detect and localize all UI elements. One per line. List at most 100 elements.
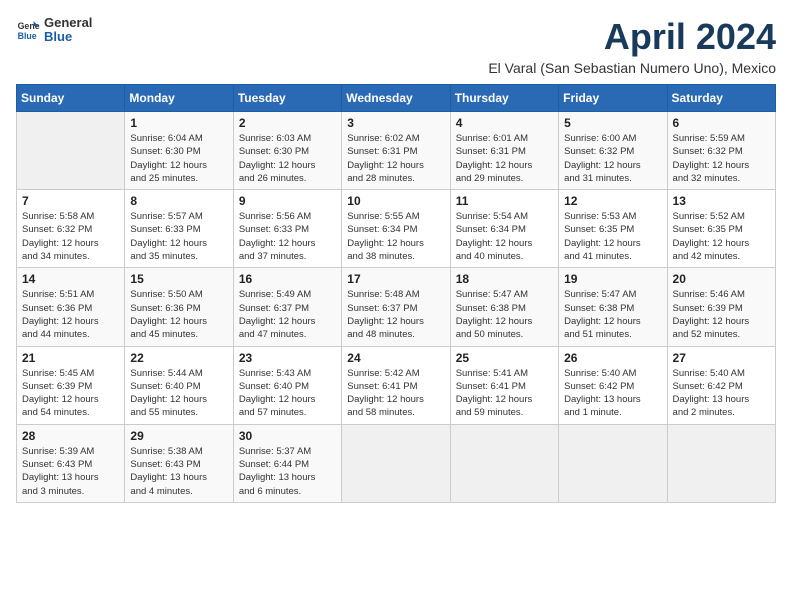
calendar-cell: 15 Sunrise: 5:50 AM Sunset: 6:36 PM Dayli… — [125, 268, 233, 346]
cell-info: Sunrise: 5:54 AM Sunset: 6:34 PM Dayligh… — [456, 210, 553, 263]
cell-info: Sunrise: 6:00 AM Sunset: 6:32 PM Dayligh… — [564, 132, 661, 185]
calendar-cell: 2Sunrise: 6:03 AM Sunset: 6:30 PM Daylig… — [233, 112, 341, 190]
cell-info: Sunrise: 5:44 AM Sunset: 6:40 PM Dayligh… — [130, 367, 227, 420]
calendar-cell: 24 Sunrise: 5:42 AM Sunset: 6:41 PM Dayli… — [342, 346, 450, 424]
calendar-cell — [667, 424, 775, 502]
calendar-cell: 3Sunrise: 6:02 AM Sunset: 6:31 PM Daylig… — [342, 112, 450, 190]
calendar-table: SundayMondayTuesdayWednesdayThursdayFrid… — [16, 84, 776, 503]
calendar-body: 1Sunrise: 6:04 AM Sunset: 6:30 PM Daylig… — [17, 112, 776, 503]
calendar-header: SundayMondayTuesdayWednesdayThursdayFrid… — [17, 85, 776, 112]
week-row-1: 1Sunrise: 6:04 AM Sunset: 6:30 PM Daylig… — [17, 112, 776, 190]
cell-info: Sunrise: 5:39 AM Sunset: 6:43 PM Dayligh… — [22, 445, 119, 498]
calendar-cell: 29Sunrise: 5:38 AM Sunset: 6:43 PM Dayli… — [125, 424, 233, 502]
calendar-cell: 5 Sunrise: 6:00 AM Sunset: 6:32 PM Daylig… — [559, 112, 667, 190]
calendar-cell: 8Sunrise: 5:57 AM Sunset: 6:33 PM Daylig… — [125, 190, 233, 268]
day-number: 7 — [22, 194, 119, 208]
calendar-cell: 11 Sunrise: 5:54 AM Sunset: 6:34 PM Dayli… — [450, 190, 558, 268]
day-number: 11 — [456, 194, 553, 208]
calendar-cell: 19Sunrise: 5:47 AM Sunset: 6:38 PM Dayli… — [559, 268, 667, 346]
calendar-cell: 26 Sunrise: 5:40 AM Sunset: 6:42 PM Dayli… — [559, 346, 667, 424]
day-number: 9 — [239, 194, 336, 208]
cell-info: Sunrise: 5:56 AM Sunset: 6:33 PM Dayligh… — [239, 210, 336, 263]
calendar-cell: 20 Sunrise: 5:46 AM Sunset: 6:39 PM Dayli… — [667, 268, 775, 346]
header-day-thursday: Thursday — [450, 85, 558, 112]
calendar-cell: 18 Sunrise: 5:47 AM Sunset: 6:38 PM Dayli… — [450, 268, 558, 346]
day-number: 13 — [673, 194, 770, 208]
svg-text:General: General — [18, 21, 40, 31]
header: General Blue General Blue April 2024 El … — [16, 16, 776, 76]
header-day-wednesday: Wednesday — [342, 85, 450, 112]
day-number: 21 — [22, 351, 119, 365]
day-number: 26 — [564, 351, 661, 365]
week-row-2: 7 Sunrise: 5:58 AM Sunset: 6:32 PM Daylig… — [17, 190, 776, 268]
day-number: 30 — [239, 429, 336, 443]
header-day-friday: Friday — [559, 85, 667, 112]
day-number: 5 — [564, 116, 661, 130]
day-number: 15 — [130, 272, 227, 286]
logo-icon: General Blue — [16, 18, 40, 42]
calendar-cell: 22 Sunrise: 5:44 AM Sunset: 6:40 PM Dayli… — [125, 346, 233, 424]
calendar-cell: 7 Sunrise: 5:58 AM Sunset: 6:32 PM Daylig… — [17, 190, 125, 268]
location-title: El Varal (San Sebastian Numero Uno), Mex… — [488, 60, 776, 76]
cell-info: Sunrise: 5:46 AM Sunset: 6:39 PM Dayligh… — [673, 288, 770, 341]
cell-info: Sunrise: 5:47 AM Sunset: 6:38 PM Dayligh… — [456, 288, 553, 341]
cell-info: Sunrise: 5:53 AM Sunset: 6:35 PM Dayligh… — [564, 210, 661, 263]
calendar-cell: 16 Sunrise: 5:49 AM Sunset: 6:37 PM Dayli… — [233, 268, 341, 346]
calendar-cell — [559, 424, 667, 502]
day-number: 4 — [456, 116, 553, 130]
day-number: 14 — [22, 272, 119, 286]
cell-info: Sunrise: 6:02 AM Sunset: 6:31 PM Dayligh… — [347, 132, 444, 185]
cell-info: Sunrise: 5:49 AM Sunset: 6:37 PM Dayligh… — [239, 288, 336, 341]
header-row: SundayMondayTuesdayWednesdayThursdayFrid… — [17, 85, 776, 112]
logo-blue: Blue — [44, 30, 92, 44]
cell-info: Sunrise: 5:37 AM Sunset: 6:44 PM Dayligh… — [239, 445, 336, 498]
week-row-5: 28Sunrise: 5:39 AM Sunset: 6:43 PM Dayli… — [17, 424, 776, 502]
calendar-cell — [450, 424, 558, 502]
calendar-cell: 30 Sunrise: 5:37 AM Sunset: 6:44 PM Dayli… — [233, 424, 341, 502]
day-number: 27 — [673, 351, 770, 365]
cell-info: Sunrise: 6:04 AM Sunset: 6:30 PM Dayligh… — [130, 132, 227, 185]
day-number: 17 — [347, 272, 444, 286]
cell-info: Sunrise: 5:43 AM Sunset: 6:40 PM Dayligh… — [239, 367, 336, 420]
calendar-cell: 27 Sunrise: 5:40 AM Sunset: 6:42 PM Dayli… — [667, 346, 775, 424]
calendar-cell: 21 Sunrise: 5:45 AM Sunset: 6:39 PM Dayli… — [17, 346, 125, 424]
cell-info: Sunrise: 5:38 AM Sunset: 6:43 PM Dayligh… — [130, 445, 227, 498]
calendar-cell: 17 Sunrise: 5:48 AM Sunset: 6:37 PM Dayli… — [342, 268, 450, 346]
day-number: 12 — [564, 194, 661, 208]
day-number: 24 — [347, 351, 444, 365]
calendar-cell: 23 Sunrise: 5:43 AM Sunset: 6:40 PM Dayli… — [233, 346, 341, 424]
cell-info: Sunrise: 5:42 AM Sunset: 6:41 PM Dayligh… — [347, 367, 444, 420]
cell-info: Sunrise: 5:58 AM Sunset: 6:32 PM Dayligh… — [22, 210, 119, 263]
month-title: April 2024 — [488, 16, 776, 58]
calendar-cell: 14 Sunrise: 5:51 AM Sunset: 6:36 PM Dayli… — [17, 268, 125, 346]
logo: General Blue General Blue — [16, 16, 92, 45]
day-number: 6 — [673, 116, 770, 130]
cell-info: Sunrise: 6:03 AM Sunset: 6:30 PM Dayligh… — [239, 132, 336, 185]
svg-text:Blue: Blue — [18, 31, 37, 41]
calendar-cell: 25Sunrise: 5:41 AM Sunset: 6:41 PM Dayli… — [450, 346, 558, 424]
day-number: 19 — [564, 272, 661, 286]
calendar-cell: 6 Sunrise: 5:59 AM Sunset: 6:32 PM Daylig… — [667, 112, 775, 190]
cell-info: Sunrise: 5:51 AM Sunset: 6:36 PM Dayligh… — [22, 288, 119, 341]
day-number: 18 — [456, 272, 553, 286]
cell-info: Sunrise: 5:45 AM Sunset: 6:39 PM Dayligh… — [22, 367, 119, 420]
day-number: 16 — [239, 272, 336, 286]
cell-info: Sunrise: 5:41 AM Sunset: 6:41 PM Dayligh… — [456, 367, 553, 420]
day-number: 23 — [239, 351, 336, 365]
cell-info: Sunrise: 6:01 AM Sunset: 6:31 PM Dayligh… — [456, 132, 553, 185]
cell-info: Sunrise: 5:52 AM Sunset: 6:35 PM Dayligh… — [673, 210, 770, 263]
calendar-cell: 4 Sunrise: 6:01 AM Sunset: 6:31 PM Daylig… — [450, 112, 558, 190]
logo-general: General — [44, 16, 92, 30]
cell-info: Sunrise: 5:48 AM Sunset: 6:37 PM Dayligh… — [347, 288, 444, 341]
calendar-cell: 10Sunrise: 5:55 AM Sunset: 6:34 PM Dayli… — [342, 190, 450, 268]
day-number: 20 — [673, 272, 770, 286]
calendar-cell: 9 Sunrise: 5:56 AM Sunset: 6:33 PM Daylig… — [233, 190, 341, 268]
calendar-cell — [17, 112, 125, 190]
cell-info: Sunrise: 5:59 AM Sunset: 6:32 PM Dayligh… — [673, 132, 770, 185]
cell-info: Sunrise: 5:40 AM Sunset: 6:42 PM Dayligh… — [564, 367, 661, 420]
cell-info: Sunrise: 5:40 AM Sunset: 6:42 PM Dayligh… — [673, 367, 770, 420]
day-number: 22 — [130, 351, 227, 365]
cell-info: Sunrise: 5:57 AM Sunset: 6:33 PM Dayligh… — [130, 210, 227, 263]
cell-info: Sunrise: 5:50 AM Sunset: 6:36 PM Dayligh… — [130, 288, 227, 341]
calendar-cell: 28Sunrise: 5:39 AM Sunset: 6:43 PM Dayli… — [17, 424, 125, 502]
